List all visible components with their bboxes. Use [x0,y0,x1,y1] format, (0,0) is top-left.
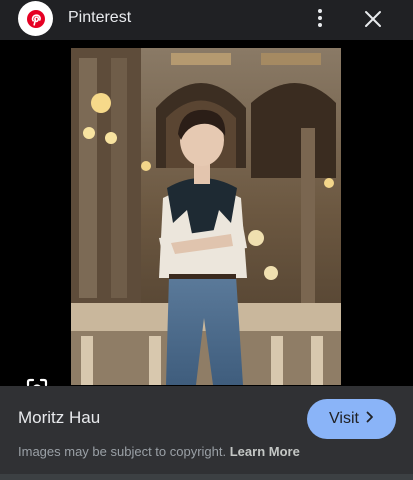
image-viewer [0,40,413,400]
copyright-text: Images may be subject to copyright. [18,444,227,459]
image-title[interactable]: Moritz Hau [18,408,100,428]
bottom-divider [0,474,413,480]
top-bar: Pinterest [0,0,413,40]
visit-button[interactable]: Visit [307,399,396,439]
learn-more-link[interactable]: Learn More [230,444,300,459]
preview-image[interactable] [71,48,341,385]
more-vert-icon[interactable] [308,6,332,30]
site-name: Pinterest [68,9,132,26]
pinterest-logo-icon[interactable] [18,1,53,36]
visit-button-label: Visit [329,410,359,427]
image-preview-screen: Pinterest Moritz Hau Visit Images may be… [0,0,413,480]
chevron-right-icon [366,410,374,428]
close-icon[interactable] [360,6,386,32]
copyright-notice: Images may be subject to copyright. Lear… [18,444,300,460]
image-info-panel: Moritz Hau Visit Images may be subject t… [0,386,413,480]
